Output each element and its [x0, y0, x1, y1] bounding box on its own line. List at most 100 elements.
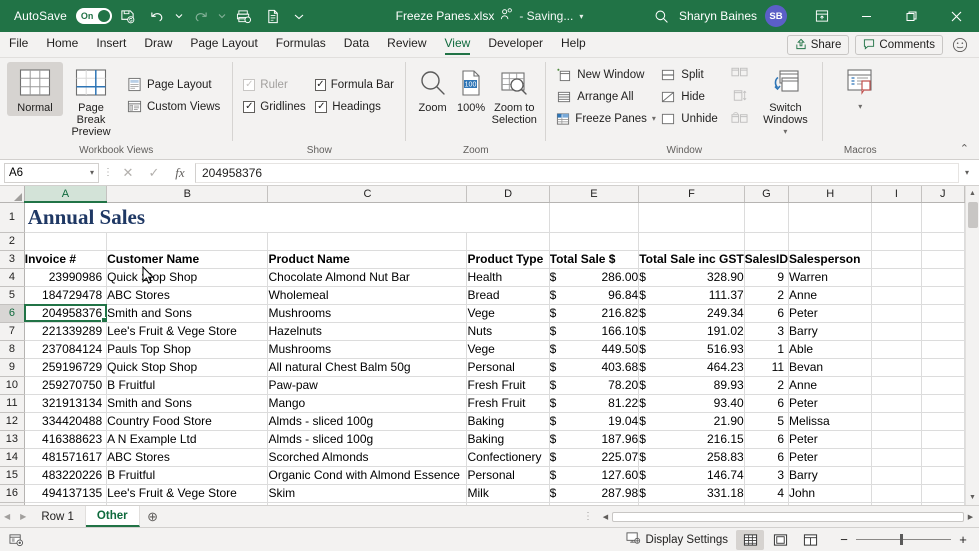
cell-C16[interactable]: Skim: [267, 484, 468, 503]
empty-cell[interactable]: [788, 232, 873, 251]
cell-F10[interactable]: $89.93: [638, 376, 745, 395]
custom-views-button[interactable]: Custom Views: [123, 96, 225, 117]
title-dropdown-icon[interactable]: ▾: [579, 12, 583, 21]
cell-B11[interactable]: Smith and Sons: [106, 394, 269, 413]
cell-G14[interactable]: 6: [744, 448, 790, 467]
cell-G15[interactable]: 3: [744, 466, 790, 485]
horizontal-scroll-thumb[interactable]: [612, 511, 964, 522]
empty-cell[interactable]: [549, 202, 640, 233]
cell-C4[interactable]: Chocolate Almond Nut Bar: [267, 268, 468, 287]
cell-A5[interactable]: 184729478: [24, 286, 108, 305]
cell-H15[interactable]: Barry: [788, 466, 873, 485]
cell-F15[interactable]: $146.74: [638, 466, 745, 485]
select-all-corner[interactable]: [0, 186, 25, 203]
cell-D12[interactable]: Baking: [466, 412, 550, 431]
empty-cell[interactable]: [267, 232, 468, 251]
arrange-all-button[interactable]: Arrange All: [553, 86, 657, 107]
cell-B6[interactable]: Smith and Sons: [106, 304, 269, 323]
empty-cell[interactable]: [921, 394, 965, 413]
ribbon-display-options-icon[interactable]: [799, 0, 844, 32]
quick-print-icon[interactable]: [260, 3, 288, 29]
empty-cell[interactable]: [871, 250, 922, 269]
col-header-B[interactable]: B: [106, 186, 269, 203]
cell-A11[interactable]: 321913134: [24, 394, 108, 413]
tab-file[interactable]: File: [0, 31, 37, 57]
minimize-button[interactable]: [844, 0, 889, 32]
maximize-restore-button[interactable]: [889, 0, 934, 32]
cell-F9[interactable]: $464.23: [638, 358, 745, 377]
cell-B8[interactable]: Pauls Top Shop: [106, 340, 269, 359]
empty-cell[interactable]: [871, 268, 922, 287]
cell-D3[interactable]: Product Type: [466, 250, 550, 269]
cell-C8[interactable]: Mushrooms: [267, 340, 468, 359]
tab-insert[interactable]: Insert: [87, 31, 135, 57]
undo-dropdown-icon[interactable]: [174, 3, 185, 29]
headings-checkbox[interactable]: ✓ Headings: [312, 96, 398, 117]
zoom-out-button[interactable]: −: [838, 532, 850, 547]
cell-G6[interactable]: 6: [744, 304, 790, 323]
customize-qat-icon[interactable]: [290, 3, 308, 29]
cell-G3[interactable]: SalesID: [744, 250, 790, 269]
empty-cell[interactable]: [638, 202, 745, 233]
cell-H3[interactable]: Salesperson: [788, 250, 873, 269]
save-icon[interactable]: [114, 3, 142, 29]
cell-D4[interactable]: Health: [466, 268, 550, 287]
zoom-slider[interactable]: − +: [838, 532, 969, 547]
empty-cell[interactable]: [549, 232, 640, 251]
name-box[interactable]: A6 ▾: [4, 162, 99, 183]
cell-A4[interactable]: 23990986: [24, 268, 108, 287]
tab-help[interactable]: Help: [552, 31, 595, 57]
cell-B17[interactable]: Fred's Wholesale Foods: [106, 502, 269, 505]
cell-G17[interactable]: 9: [744, 502, 790, 505]
cell-A14[interactable]: 481571617: [24, 448, 108, 467]
cell-C7[interactable]: Hazelnuts: [267, 322, 468, 341]
empty-cell[interactable]: [871, 394, 922, 413]
cell-A17[interactable]: 515405495: [24, 502, 108, 505]
cell-C12[interactable]: Almds - sliced 100g: [267, 412, 468, 431]
cell-H9[interactable]: Bevan: [788, 358, 873, 377]
empty-cell[interactable]: [466, 232, 550, 251]
macros-button[interactable]: ▾: [833, 62, 887, 115]
collapse-ribbon-button[interactable]: ⌃: [956, 140, 973, 157]
scroll-right-icon[interactable]: ▶: [964, 509, 977, 524]
empty-cell[interactable]: [921, 502, 965, 505]
empty-cell[interactable]: [921, 412, 965, 431]
cell-F12[interactable]: $21.90: [638, 412, 745, 431]
empty-cell[interactable]: [744, 232, 790, 251]
user-name[interactable]: Sharyn Baines: [679, 9, 757, 23]
cell-G11[interactable]: 6: [744, 394, 790, 413]
cell-H4[interactable]: Warren: [788, 268, 873, 287]
empty-cell[interactable]: [871, 358, 922, 377]
row-header-17[interactable]: 17: [0, 502, 25, 505]
cell-E16[interactable]: $287.98: [549, 484, 640, 503]
vertical-scroll-thumb[interactable]: [967, 202, 978, 228]
unhide-button[interactable]: Unhide: [657, 108, 726, 129]
avatar[interactable]: SB: [765, 5, 787, 27]
cell-G9[interactable]: 11: [744, 358, 790, 377]
col-header-D[interactable]: D: [466, 186, 550, 203]
redo-dropdown-icon[interactable]: [217, 3, 228, 29]
empty-cell[interactable]: [871, 448, 922, 467]
undo-icon[interactable]: [144, 3, 172, 29]
row-header-9[interactable]: 9: [0, 358, 25, 377]
empty-cell[interactable]: [871, 202, 922, 233]
cell-H16[interactable]: John: [788, 484, 873, 503]
cell-B7[interactable]: Lee's Fruit & Vege Store: [106, 322, 269, 341]
hide-button[interactable]: Hide: [657, 86, 726, 107]
cell-G7[interactable]: 3: [744, 322, 790, 341]
cell-A3[interactable]: Invoice #: [24, 250, 108, 269]
cell-B10[interactable]: B Fruitful: [106, 376, 269, 395]
empty-cell[interactable]: [921, 340, 965, 359]
empty-cell[interactable]: [871, 412, 922, 431]
cell-D17[interactable]: Fresh Fruit: [466, 502, 550, 505]
record-macro-icon[interactable]: [6, 533, 26, 547]
cell-A13[interactable]: 416388623: [24, 430, 108, 449]
sheet-tab-other[interactable]: Other: [85, 506, 140, 527]
cell-G5[interactable]: 2: [744, 286, 790, 305]
cell-D13[interactable]: Baking: [466, 430, 550, 449]
row-header-7[interactable]: 7: [0, 322, 25, 341]
empty-cell[interactable]: [871, 376, 922, 395]
zoom-100-button[interactable]: 100 100%: [452, 62, 491, 116]
cell-F17[interactable]: $507.20: [638, 502, 745, 505]
scroll-down-icon[interactable]: ▼: [965, 490, 979, 505]
